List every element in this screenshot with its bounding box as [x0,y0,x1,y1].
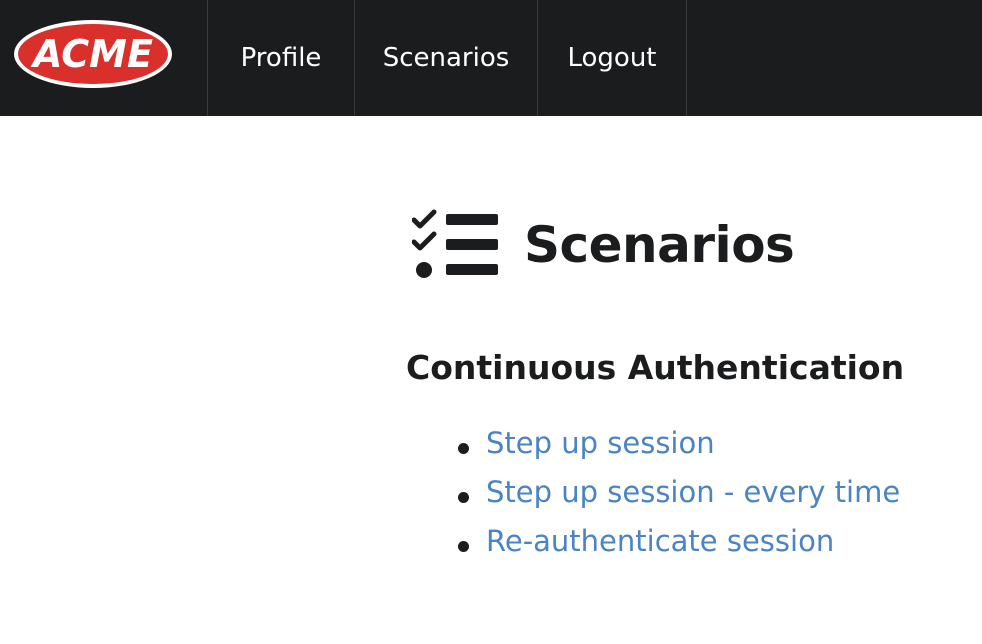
page-header: Scenarios [406,200,966,290]
page-title: Scenarios [524,216,795,274]
section-title: Continuous Authentication [406,348,905,387]
logo-home-link[interactable]: ACME [0,0,208,116]
tasks-list-icon [412,209,498,278]
nav-scenarios-label: Scenarios [382,43,510,73]
nav-profile-link[interactable]: Profile [208,0,355,116]
nav-logout-link[interactable]: Logout [538,0,687,116]
main-content: Scenarios Continuous Authentication Step… [406,200,966,558]
re-authenticate-session-link[interactable]: Re-authenticate session [486,524,834,558]
list-item: Step up session - every time [406,475,900,524]
nav-logout-label: Logout [567,43,657,73]
bullet-icon [458,443,469,454]
scenario-list: Step up session Step up session - every … [406,426,900,573]
list-item: Re-authenticate session [406,524,900,573]
nav-scenarios-link[interactable]: Scenarios [355,0,538,116]
top-navbar: ACME Profile Scenarios Logout [0,0,982,116]
bullet-icon [458,492,469,503]
step-up-session-every-time-link[interactable]: Step up session - every time [486,475,900,509]
step-up-session-link[interactable]: Step up session [486,426,715,460]
bullet-icon [458,541,469,552]
list-item: Step up session [406,426,900,475]
logo-text: ACME [30,32,153,76]
acme-logo: ACME [14,20,172,88]
nav-profile-label: Profile [240,43,322,73]
